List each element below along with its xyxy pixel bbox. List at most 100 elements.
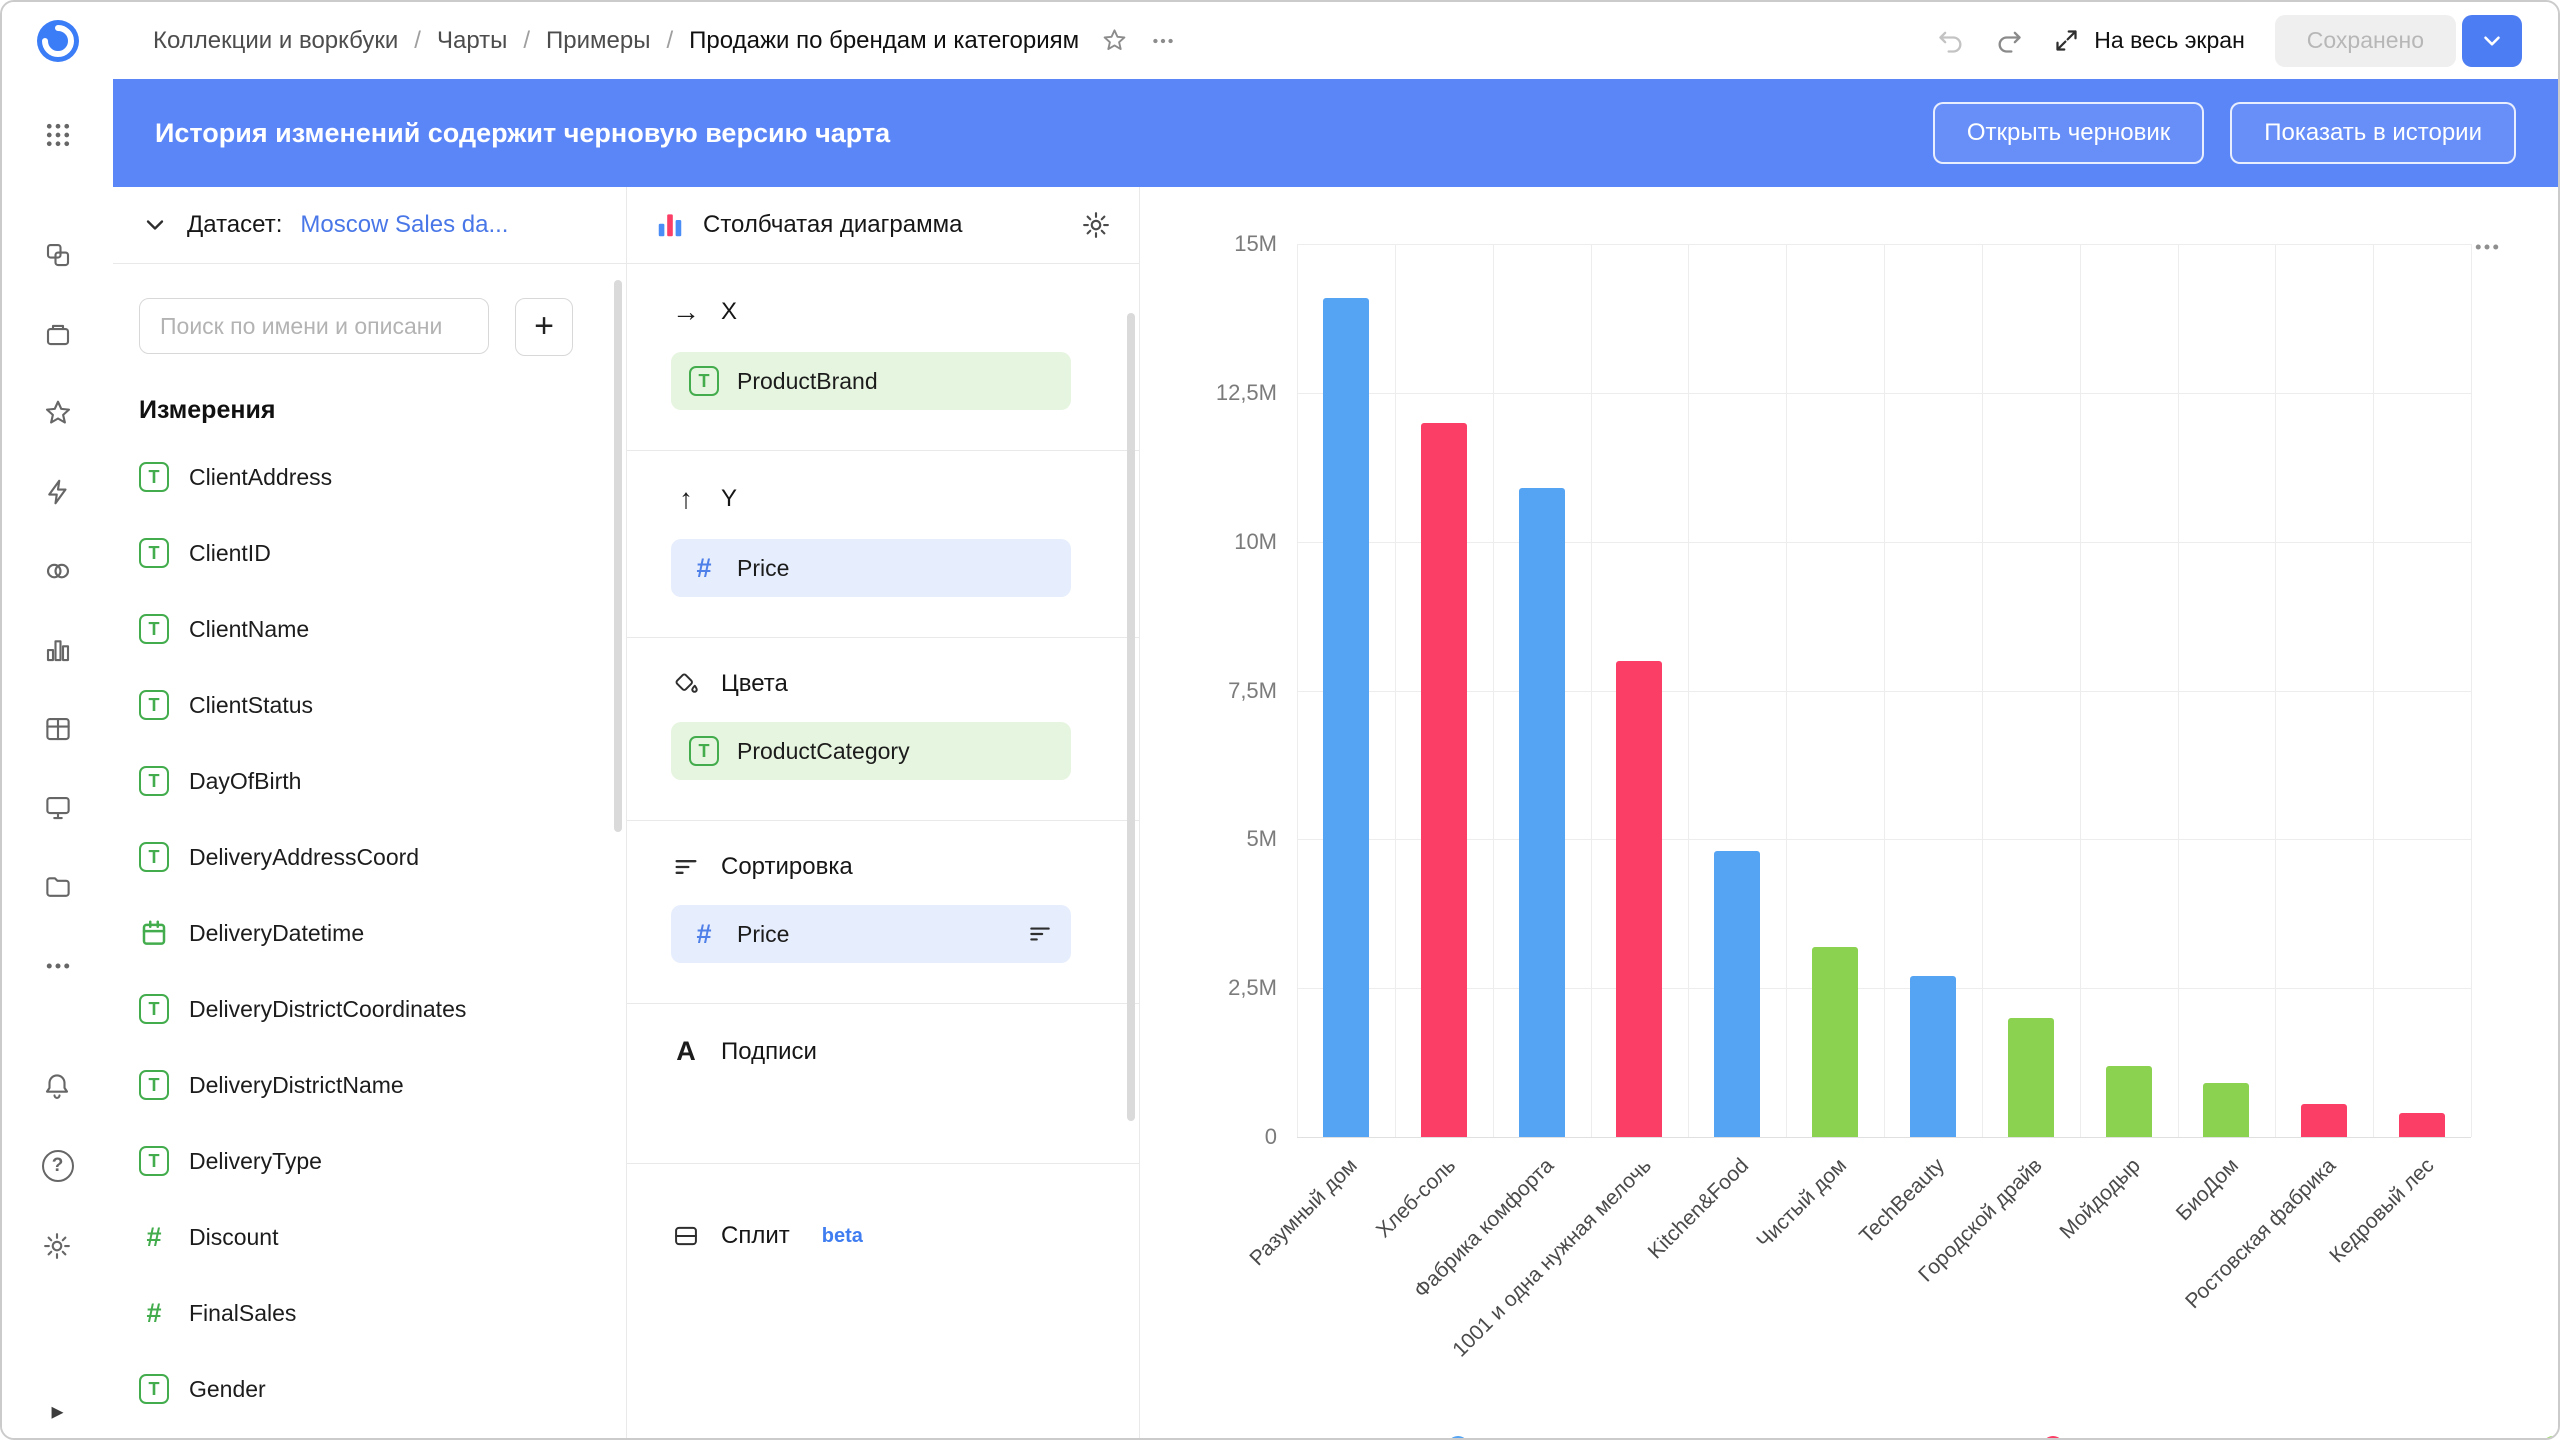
banner-message: История изменений содержит черновую верс… (155, 118, 890, 149)
dataset-field-deliverydistrictcoordinates[interactable]: DeliveryDistrictCoordinates (139, 971, 600, 1047)
top-bar: Коллекции и воркбуки/ Чарты/ Примеры/ Пр… (113, 2, 2558, 79)
bar-Разумный дом[interactable] (1323, 298, 1369, 1137)
show-in-history-button[interactable]: Показать в истории (2230, 102, 2516, 164)
dataset-name-link[interactable]: Moscow Sales da... (300, 211, 508, 239)
y-tick-label: 5M (1246, 826, 1277, 852)
redo-icon[interactable] (1995, 27, 2023, 55)
chevron-down-icon (2479, 28, 2505, 54)
text-type-icon (139, 1070, 169, 1100)
field-label: DeliveryAddressCoord (189, 844, 419, 871)
chart-settings-gear-icon[interactable] (1081, 210, 1111, 240)
bar-БиоДом[interactable] (2203, 1083, 2249, 1137)
dataset-scrollbar[interactable] (614, 280, 622, 832)
bar-Мойдодыр[interactable] (2106, 1066, 2152, 1137)
dataset-field-discount[interactable]: Discount (139, 1199, 600, 1275)
favorite-star-icon[interactable] (1101, 27, 1128, 54)
bar-Kitchen&Food[interactable] (1714, 851, 1760, 1137)
breadcrumb-charts[interactable]: Чарты (437, 27, 507, 55)
bar-TechBeauty[interactable] (1910, 976, 1956, 1137)
v-gridline (2275, 244, 2276, 1137)
settings-gear-icon[interactable] (42, 1231, 74, 1261)
help-icon[interactable]: ? (42, 1150, 74, 1182)
section-split: Сплит beta (627, 1164, 1139, 1290)
dataset-field-list: ClientAddressClientIDClientNameClientSta… (139, 439, 600, 1427)
dataset-field-gender[interactable]: Gender (139, 1351, 600, 1427)
dataset-field-deliverydistrictname[interactable]: DeliveryDistrictName (139, 1047, 600, 1123)
chip-label: ProductBrand (737, 368, 878, 395)
charts-icon[interactable] (43, 635, 73, 665)
legend-dot[interactable] (2042, 1436, 2064, 1438)
config-scrollbar[interactable] (1127, 313, 1135, 1121)
dataset-field-clientstatus[interactable]: ClientStatus (139, 667, 600, 743)
datasets-table-icon[interactable] (43, 714, 73, 744)
bar-1001 и одна нужная мелочь[interactable] (1616, 661, 1662, 1137)
bar-Хлеб-соль[interactable] (1421, 423, 1467, 1137)
x-tick-label: БиоДом (2171, 1154, 2243, 1226)
saved-button[interactable]: Сохранено (2275, 15, 2456, 67)
add-field-button[interactable] (515, 298, 573, 356)
chart-more-options-icon[interactable] (2472, 232, 2502, 262)
storage-folder-icon[interactable] (43, 872, 73, 902)
app-window: ? ▸ Коллекции и воркбуки/ Чарты/ Примеры… (0, 0, 2560, 1440)
breadcrumb-examples[interactable]: Примеры (546, 27, 650, 55)
y-tick-label: 0 (1265, 1124, 1277, 1150)
expand-rail-icon[interactable]: ▸ (51, 1397, 63, 1426)
y-field-chip[interactable]: Price (671, 539, 1071, 597)
dataset-field-clientname[interactable]: ClientName (139, 591, 600, 667)
datalens-logo-icon[interactable] (35, 18, 81, 64)
colors-field-chip[interactable]: ProductCategory (671, 722, 1071, 780)
dataset-field-finalsales[interactable]: FinalSales (139, 1275, 600, 1351)
v-gridline (2471, 244, 2472, 1137)
number-type-icon (139, 1298, 169, 1328)
beta-badge: beta (822, 1225, 863, 1248)
dataset-field-clientid[interactable]: ClientID (139, 515, 600, 591)
section-x-label: X (721, 298, 737, 326)
text-type-icon (139, 994, 169, 1024)
fullscreen-button[interactable]: На весь экран (2053, 27, 2245, 54)
sort-icon (671, 853, 701, 881)
bar-Чистый дом[interactable] (1812, 947, 1858, 1138)
workbooks-icon[interactable] (43, 319, 73, 349)
legend-dot[interactable] (2542, 1436, 2558, 1438)
breadcrumb-collections[interactable]: Коллекции и воркбуки (153, 27, 398, 55)
field-label: DeliveryType (189, 1148, 322, 1175)
open-draft-button[interactable]: Открыть черновик (1933, 102, 2204, 164)
x-tick-label: Kitchen&Food (1644, 1154, 1754, 1264)
bar-chart-type-icon[interactable] (655, 210, 685, 240)
left-nav-rail: ? ▸ (2, 2, 113, 1440)
dataset-chevron-icon[interactable] (141, 211, 169, 239)
breadcrumb-current-chart: Продажи по брендам и категориям (689, 27, 1079, 55)
dashboards-monitor-icon[interactable] (43, 793, 73, 823)
section-labels-label: Подписи (721, 1038, 817, 1066)
collections-icon[interactable] (43, 240, 73, 270)
sort-field-chip[interactable]: Price (671, 905, 1071, 963)
more-nav-icon[interactable] (43, 951, 73, 981)
bar-Ростовская фабрика[interactable] (2301, 1104, 2347, 1137)
notifications-bell-icon[interactable] (42, 1071, 74, 1101)
favorites-star-icon[interactable] (43, 398, 73, 428)
bar-Кедровый лес[interactable] (2399, 1113, 2445, 1137)
undo-icon[interactable] (1937, 27, 1965, 55)
services-circles-icon[interactable] (43, 556, 73, 586)
dataset-field-deliverytype[interactable]: DeliveryType (139, 1123, 600, 1199)
v-gridline (1884, 244, 1885, 1137)
search-input[interactable] (139, 298, 489, 354)
editor-lightning-icon[interactable] (43, 477, 73, 507)
v-gridline (2080, 244, 2081, 1137)
dataset-field-deliveryaddresscoord[interactable]: DeliveryAddressCoord (139, 819, 600, 895)
dataset-field-deliverydatetime[interactable]: DeliveryDatetime (139, 895, 600, 971)
legend-dot[interactable] (1447, 1436, 1469, 1438)
y-tick-label: 7,5M (1228, 678, 1277, 704)
x-field-chip[interactable]: ProductBrand (671, 352, 1071, 410)
dataset-field-clientaddress[interactable]: ClientAddress (139, 439, 600, 515)
bar-Городской драйв[interactable] (2008, 1018, 2054, 1137)
section-split-label: Сплит (721, 1222, 790, 1250)
x-tick-label: Хлеб-соль (1372, 1154, 1461, 1243)
apps-grid-icon[interactable] (43, 120, 73, 150)
dataset-field-dayofbirth[interactable]: DayOfBirth (139, 743, 600, 819)
sort-direction-icon[interactable] (1027, 921, 1053, 947)
breadcrumb: Коллекции и воркбуки/ Чарты/ Примеры/ Пр… (153, 27, 1079, 55)
save-dropdown-button[interactable] (2462, 15, 2522, 67)
more-options-icon[interactable] (1150, 28, 1176, 54)
bar-Фабрика комфорта[interactable] (1519, 488, 1565, 1137)
